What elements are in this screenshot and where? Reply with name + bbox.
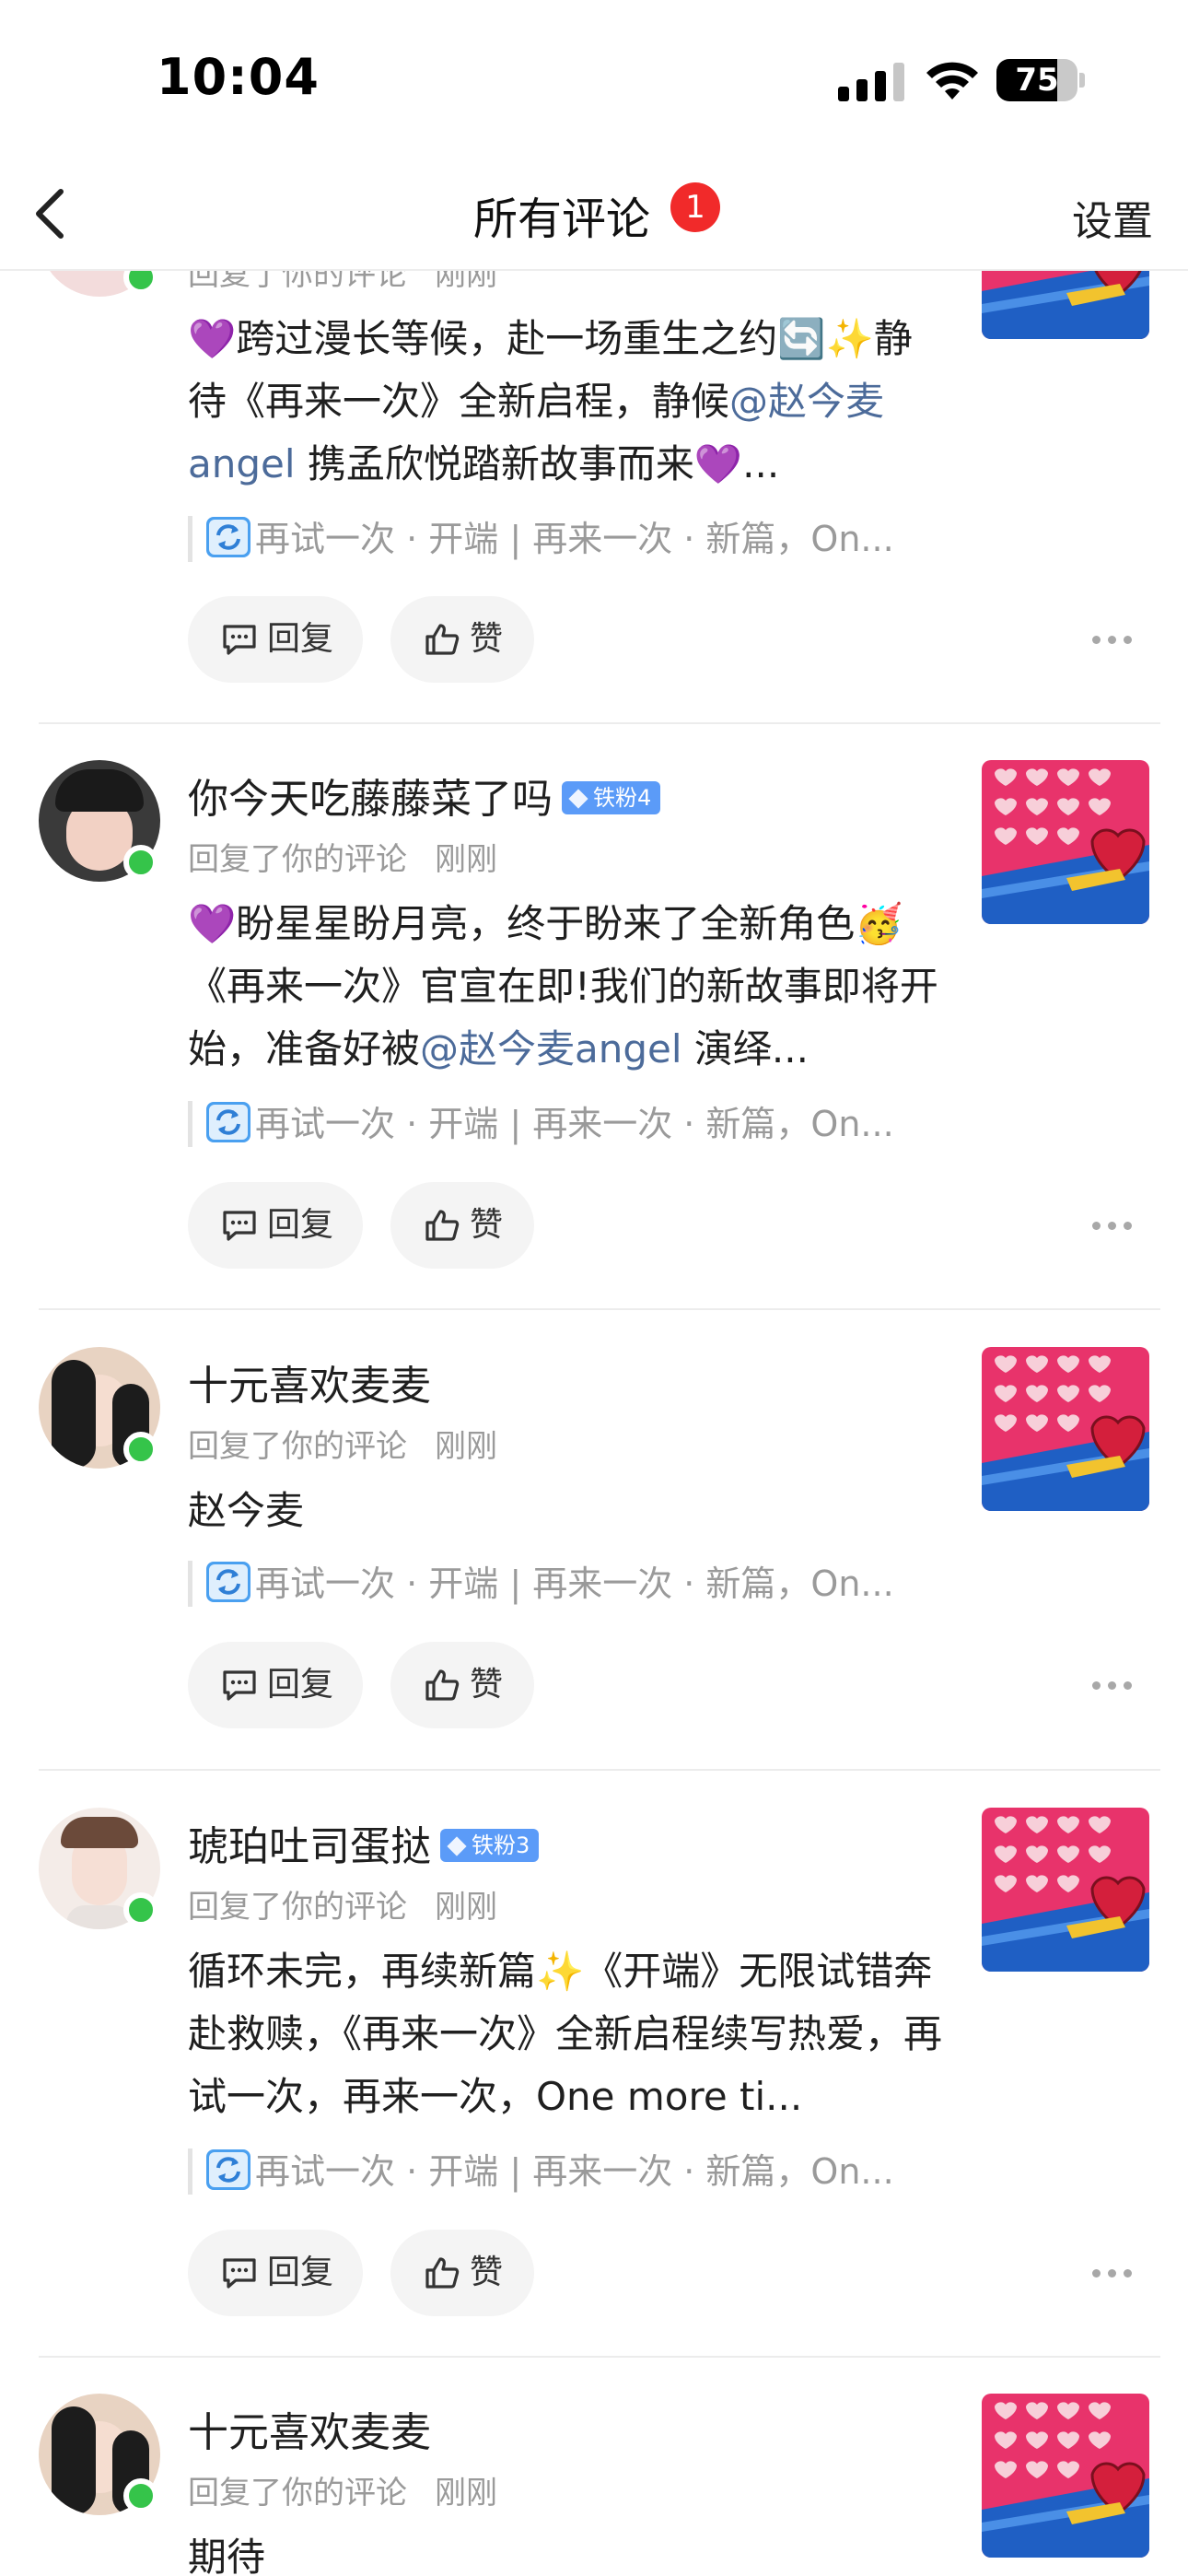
divider	[39, 722, 1160, 724]
comment-meta: 回复了你的评论 刚刚	[188, 841, 497, 878]
more-icon[interactable]	[1092, 1216, 1136, 1235]
quoted-post[interactable]: 再试一次 · 开端 | 再来一次 · 新篇，On...	[188, 1101, 943, 1147]
comment-text[interactable]: 循环未完，再续新篇✨《开端》无限试错奔赴救赎，《再来一次》全新启程续写热爱，再试…	[188, 1940, 943, 2128]
username[interactable]: 十元喜欢麦麦	[188, 1352, 431, 1411]
divider	[39, 2356, 1160, 2358]
comment-feed[interactable]: 回复了你的评论 刚刚 💜跨过漫长等候，赴一场重生之约🔄✨静待《再来一次》全新启程，…	[0, 0, 1188, 2576]
post-thumbnail[interactable]	[982, 2394, 1149, 2558]
thumbs-up-icon	[424, 1669, 460, 1702]
wifi-icon	[926, 62, 978, 100]
quoted-post[interactable]: 再试一次 · 开端 | 再来一次 · 新篇，On...	[188, 1561, 943, 1607]
like-button[interactable]: 赞	[390, 1182, 534, 1269]
status-bar: 10:04 75	[0, 0, 1188, 157]
mention-link[interactable]: @赵今麦angel	[420, 1026, 682, 1071]
online-status-dot	[123, 2478, 158, 2513]
online-status-dot	[123, 1892, 158, 1927]
fan-level-badge: 铁粉4	[562, 781, 661, 814]
signal-icon	[838, 63, 904, 101]
reply-button[interactable]: 回复	[188, 596, 363, 683]
username[interactable]: 十元喜欢麦麦	[188, 2399, 431, 2458]
quoted-post[interactable]: 再试一次 · 开端 | 再来一次 · 新篇，On...	[188, 2149, 943, 2195]
unread-count-badge: 1	[670, 182, 720, 232]
repeat-icon	[205, 516, 251, 558]
battery-level: 75	[1015, 62, 1059, 99]
online-status-dot	[123, 845, 158, 880]
page-title: 所有评论	[472, 193, 650, 245]
reply-icon	[221, 2256, 258, 2289]
more-icon[interactable]	[1092, 630, 1136, 649]
reply-button[interactable]: 回复	[188, 1182, 363, 1269]
repeat-icon	[205, 1561, 251, 1603]
post-thumbnail[interactable]	[982, 1347, 1149, 1511]
thumbs-up-icon	[424, 2256, 460, 2289]
divider	[39, 1769, 1160, 1771]
clock: 10:04	[157, 48, 320, 106]
like-button[interactable]: 赞	[390, 2230, 534, 2316]
reply-icon	[221, 1669, 258, 1702]
online-status-dot	[123, 1432, 158, 1467]
thumbs-up-icon	[424, 623, 460, 656]
comment-text[interactable]: 期待	[188, 2526, 943, 2576]
reply-icon	[221, 623, 258, 656]
reply-button[interactable]: 回复	[188, 1642, 363, 1728]
battery-icon: 75	[996, 59, 1085, 101]
username[interactable]: 琥珀吐司蛋挞 铁粉3	[188, 1813, 540, 1872]
like-button[interactable]: 赞	[390, 1642, 534, 1728]
repeat-icon	[205, 1101, 251, 1143]
more-icon[interactable]	[1092, 1676, 1136, 1694]
post-thumbnail[interactable]	[982, 760, 1149, 924]
quoted-post[interactable]: 再试一次 · 开端 | 再来一次 · 新篇，On...	[188, 516, 943, 562]
divider	[39, 1308, 1160, 1310]
nav-bar: 所有评论 1 设置	[0, 157, 1188, 271]
username[interactable]: 你今天吃藤藤菜了吗 铁粉4	[188, 766, 661, 825]
repeat-icon	[205, 2149, 251, 2191]
comment-meta: 回复了你的评论 刚刚	[188, 1428, 497, 1465]
more-icon[interactable]	[1092, 2264, 1136, 2282]
reply-button[interactable]: 回复	[188, 2230, 363, 2316]
comment-meta: 回复了你的评论 刚刚	[188, 1889, 497, 1926]
comment-text[interactable]: 💜盼星星盼月亮，终于盼来了全新角色🥳《再来一次》官宣在即!我们的新故事即将开始，…	[188, 893, 943, 1081]
fan-level-badge: 铁粉3	[440, 1829, 540, 1862]
thumbs-up-icon	[424, 1209, 460, 1242]
comment-text[interactable]: 赵今麦	[188, 1480, 943, 1542]
settings-button[interactable]: 设置	[1072, 188, 1153, 247]
reply-icon	[221, 1209, 258, 1242]
like-button[interactable]: 赞	[390, 596, 534, 683]
comment-text[interactable]: 💜跨过漫长等候，赴一场重生之约🔄✨静待《再来一次》全新启程，静候@赵今麦ange…	[188, 308, 943, 496]
post-thumbnail[interactable]	[982, 1808, 1149, 1972]
comment-meta: 回复了你的评论 刚刚	[188, 2475, 497, 2512]
